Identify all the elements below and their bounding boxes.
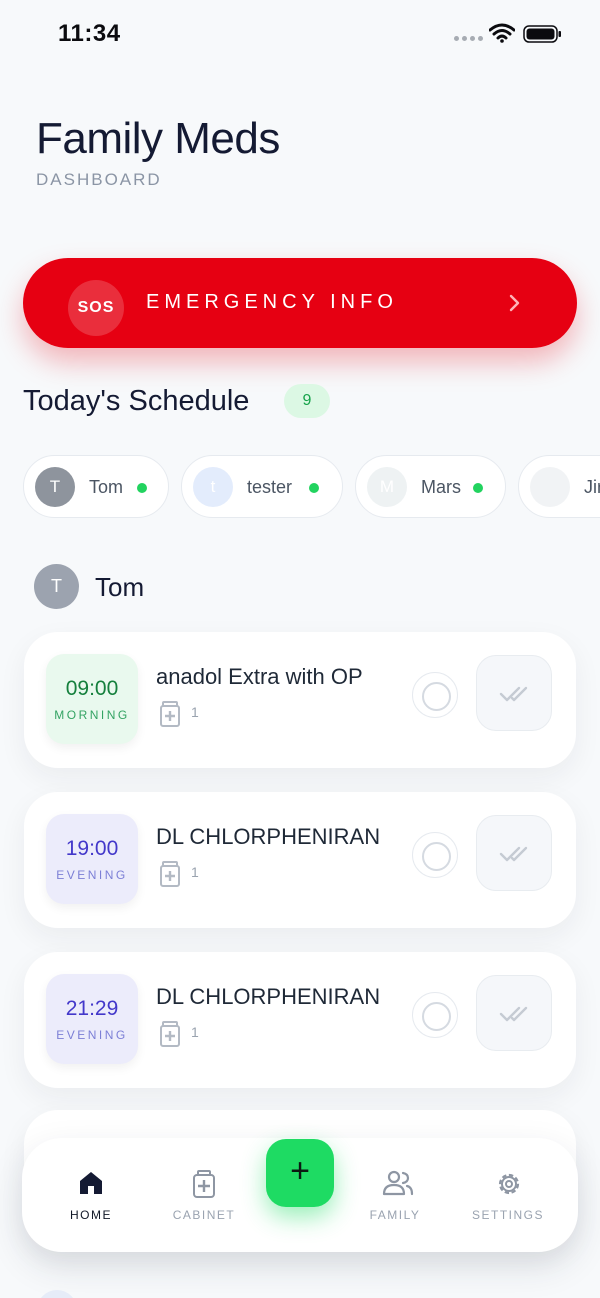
- dose-time-box: 19:00 EVENING: [46, 814, 138, 904]
- nav-cabinet[interactable]: CABINET: [149, 1166, 259, 1236]
- online-indicator: [473, 483, 483, 493]
- home-icon: [80, 1172, 102, 1194]
- medication-name: DL CHLORPHENIRAN: [156, 824, 381, 849]
- member-name: Jir: [584, 477, 600, 497]
- cabinet-icon: [193, 1170, 215, 1198]
- dose-card[interactable]: 19:00 EVENING DL CHLORPHENIRAN 1: [24, 792, 576, 928]
- section-member-name: Tom: [95, 572, 145, 602]
- emergency-info-button[interactable]: SOS EMERGENCY INFO: [23, 258, 577, 348]
- medication-quantity: 1: [191, 1024, 199, 1040]
- pill-bottle-icon: [160, 861, 180, 887]
- mark-taken-button[interactable]: [476, 655, 552, 731]
- schedule-count-badge: 9: [284, 384, 330, 418]
- chevron-right-icon: [509, 294, 520, 312]
- dose-status-toggle[interactable]: [412, 832, 458, 878]
- plus-icon: +: [290, 1152, 310, 1190]
- member-name: tester: [247, 477, 293, 497]
- double-check-icon: [499, 846, 528, 862]
- nav-family[interactable]: FAMILY: [340, 1166, 450, 1236]
- member-chip-tom[interactable]: T Tom: [23, 455, 169, 518]
- mark-taken-button[interactable]: [476, 815, 552, 891]
- dose-time: 21:29: [65, 997, 119, 1020]
- dose-period: EVENING: [56, 868, 128, 882]
- mark-taken-button[interactable]: [476, 975, 552, 1051]
- nav-label: SETTINGS: [471, 1208, 544, 1222]
- online-indicator: [309, 483, 319, 493]
- online-indicator: [137, 483, 147, 493]
- nav-home[interactable]: HOME: [36, 1166, 146, 1236]
- schedule-title: Today's Schedule: [23, 385, 250, 417]
- section-avatar: T: [34, 564, 79, 609]
- app-screen: 11:34 Family Meds DASHBOARD SOS EMERGENC…: [0, 0, 600, 1298]
- medication-name: DL CHLORPHENIRAN: [156, 984, 381, 1009]
- nav-label: HOME: [70, 1208, 112, 1222]
- medication-quantity: 1: [191, 864, 199, 880]
- member-chip-mars[interactable]: M Mars: [355, 455, 506, 518]
- page-title: Family Meds: [36, 114, 280, 163]
- dose-status-toggle[interactable]: [412, 992, 458, 1038]
- medication-quantity: 1: [191, 704, 199, 720]
- nav-label: FAMILY: [369, 1208, 421, 1222]
- emergency-label: EMERGENCY INFO: [146, 291, 398, 313]
- page-subtitle: DASHBOARD: [36, 170, 162, 189]
- dose-period: MORNING: [54, 708, 130, 722]
- medication-name: anadol Extra with OP: [156, 664, 363, 689]
- family-icon: [382, 1170, 414, 1196]
- member-chip-tester[interactable]: t tester: [181, 455, 343, 518]
- status-bar: 11:34: [0, 0, 600, 70]
- gear-icon: [498, 1173, 520, 1195]
- member-name: Tom: [89, 477, 124, 497]
- dose-card[interactable]: 09:00 MORNING anadol Extra with OP 1: [24, 632, 576, 768]
- pill-bottle-icon: [160, 701, 180, 727]
- dose-time-box: 09:00 MORNING: [46, 654, 138, 744]
- cellular-signal-icon: [454, 36, 483, 41]
- add-medication-button[interactable]: +: [266, 1139, 334, 1207]
- avatar: [37, 1290, 77, 1298]
- nav-label: CABINET: [172, 1208, 236, 1222]
- dose-time: 19:00: [65, 837, 119, 860]
- battery-icon: [523, 25, 561, 43]
- nav-settings[interactable]: SETTINGS: [453, 1166, 563, 1236]
- dose-status-toggle[interactable]: [412, 672, 458, 718]
- dose-time: 09:00: [65, 677, 119, 700]
- status-time: 11:34: [58, 20, 121, 47]
- member-name: Mars: [421, 477, 461, 497]
- double-check-icon: [499, 686, 528, 702]
- avatar: T: [35, 467, 75, 507]
- dose-period: EVENING: [56, 1028, 128, 1042]
- member-chip-jir[interactable]: Jir: [518, 455, 600, 518]
- pill-bottle-icon: [160, 1021, 180, 1047]
- dose-card[interactable]: 21:29 EVENING DL CHLORPHENIRAN 1: [24, 952, 576, 1088]
- dose-time-box: 21:29 EVENING: [46, 974, 138, 1064]
- avatar: M: [367, 467, 407, 507]
- double-check-icon: [499, 1006, 528, 1022]
- avatar: t: [193, 467, 233, 507]
- avatar: [530, 467, 570, 507]
- wifi-icon: [489, 23, 515, 43]
- sos-badge: SOS: [68, 280, 124, 336]
